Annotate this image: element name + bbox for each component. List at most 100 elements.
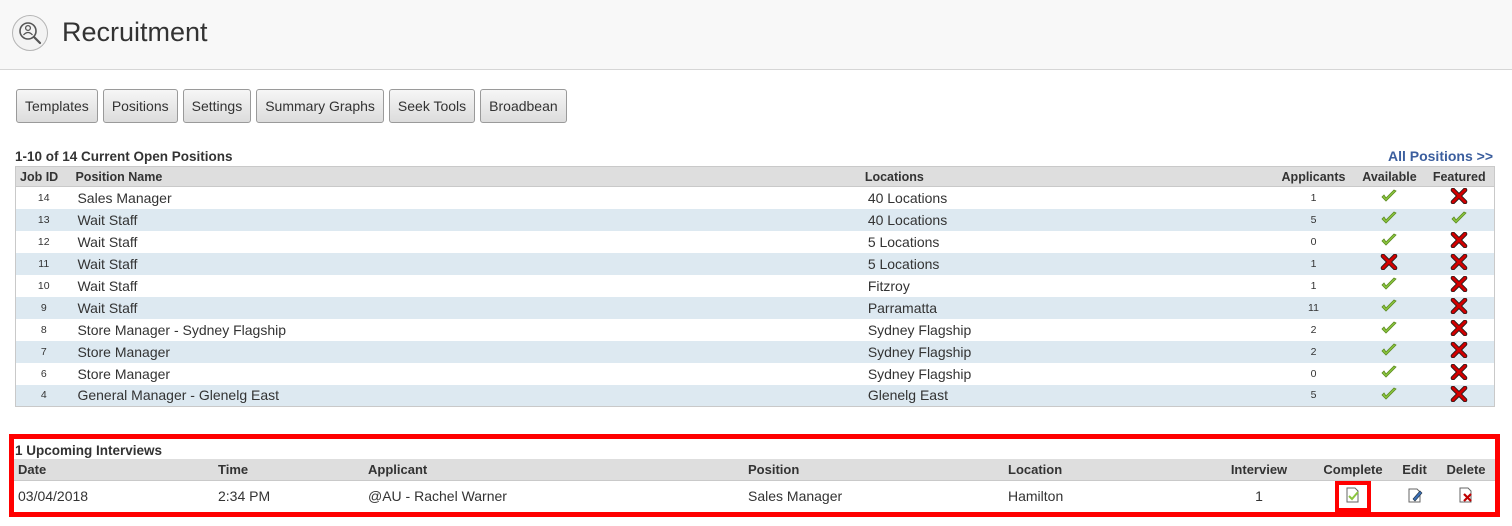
settings-button[interactable]: Settings bbox=[182, 89, 252, 123]
position-row: 11 Wait Staff 5 Locations 1 bbox=[15, 252, 1495, 275]
job-id: 9 bbox=[15, 296, 72, 319]
edit-interview-icon[interactable] bbox=[1407, 487, 1423, 503]
check-icon[interactable] bbox=[1450, 211, 1468, 229]
col-delete: Delete bbox=[1437, 459, 1495, 481]
position-name[interactable]: General Manager - Glenelg East bbox=[71, 384, 861, 407]
check-icon[interactable] bbox=[1380, 299, 1398, 317]
col-locations: Locations bbox=[860, 166, 1273, 187]
check-icon[interactable] bbox=[1380, 189, 1398, 207]
col-applicants: Applicants bbox=[1272, 166, 1355, 187]
position-name[interactable]: Wait Staff bbox=[71, 208, 861, 231]
position-row: 9 Wait Staff Parramatta 11 bbox=[15, 296, 1495, 319]
cross-icon[interactable] bbox=[1450, 275, 1468, 295]
broadbean-button[interactable]: Broadbean bbox=[480, 89, 567, 123]
position-row: 13 Wait Staff 40 Locations 5 bbox=[15, 208, 1495, 231]
col-available: Available bbox=[1354, 166, 1425, 187]
applicants-count: 5 bbox=[1272, 208, 1355, 231]
position-row: 12 Wait Staff 5 Locations 0 bbox=[16, 231, 1495, 253]
applicants-count: 5 bbox=[1272, 384, 1355, 407]
cross-icon[interactable] bbox=[1450, 341, 1468, 361]
applicants-count: 0 bbox=[1310, 235, 1317, 248]
all-positions-link[interactable]: All Positions >> bbox=[1388, 148, 1493, 164]
col-job-id: Job ID bbox=[15, 166, 72, 187]
page-title: Recruitment bbox=[62, 17, 208, 47]
position-name[interactable]: Wait Staff bbox=[71, 231, 860, 253]
positions-table: Job ID Position Name Locations Applicant… bbox=[15, 166, 1495, 407]
seek-tools-button[interactable]: Seek Tools bbox=[388, 89, 476, 123]
col-date: Date bbox=[14, 459, 214, 481]
check-icon[interactable] bbox=[1380, 387, 1398, 405]
position-row: 7 Store Manager Sydney Flagship 2 bbox=[15, 340, 1495, 363]
interview-number: 1 bbox=[1255, 488, 1263, 504]
check-icon[interactable] bbox=[1380, 321, 1398, 339]
complete-interview-icon[interactable] bbox=[1345, 487, 1361, 503]
applicants-count: 2 bbox=[1310, 323, 1317, 336]
position-locations: Parramatta bbox=[860, 296, 1273, 319]
position-name[interactable]: Wait Staff bbox=[71, 275, 860, 297]
position-name[interactable]: Sales Manager bbox=[71, 187, 860, 209]
interviews-table: Date Time Applicant Position Location In… bbox=[14, 459, 1495, 512]
positions-header-row: Job ID Position Name Locations Applicant… bbox=[15, 166, 1495, 187]
job-id: 10 bbox=[37, 279, 50, 292]
position-name[interactable]: Store Manager bbox=[71, 363, 860, 385]
cross-icon[interactable] bbox=[1450, 231, 1468, 251]
interview-date: 03/04/2018 bbox=[18, 488, 89, 504]
positions-caption: 1-10 of 14 Current Open Positions bbox=[15, 149, 233, 164]
interview-position: Sales Manager bbox=[748, 488, 843, 504]
applicants-count: 0 bbox=[1310, 367, 1317, 380]
position-name[interactable]: Wait Staff bbox=[71, 252, 861, 275]
job-id: 8 bbox=[40, 323, 47, 336]
col-location: Location bbox=[1004, 459, 1204, 481]
cross-icon[interactable] bbox=[1450, 363, 1468, 383]
position-locations: Glenelg East bbox=[860, 384, 1273, 407]
job-id: 14 bbox=[37, 191, 50, 204]
job-id: 13 bbox=[15, 208, 72, 231]
position-row: 6 Store Manager Sydney Flagship 0 bbox=[16, 363, 1495, 385]
check-icon[interactable] bbox=[1380, 211, 1398, 229]
position-locations: 5 Locations bbox=[860, 252, 1273, 275]
col-complete: Complete bbox=[1314, 459, 1392, 481]
col-applicant: Applicant bbox=[364, 459, 744, 481]
position-locations: Sydney Flagship bbox=[867, 365, 972, 382]
position-row: 14 Sales Manager 40 Locations 1 bbox=[16, 187, 1495, 209]
interviews-caption: 1 Upcoming Interviews bbox=[15, 443, 163, 458]
interview-time: 2:34 PM bbox=[218, 488, 271, 504]
col-position-name: Position Name bbox=[71, 166, 861, 187]
complete-highlight bbox=[1335, 480, 1371, 512]
job-id: 4 bbox=[15, 384, 72, 407]
check-icon[interactable] bbox=[1380, 365, 1398, 383]
col-featured: Featured bbox=[1424, 166, 1495, 187]
job-id: 7 bbox=[15, 340, 72, 363]
recruitment-search-person-icon bbox=[12, 15, 48, 51]
cross-icon[interactable] bbox=[1450, 253, 1468, 273]
applicants-count: 1 bbox=[1310, 191, 1317, 204]
cross-icon[interactable] bbox=[1450, 385, 1468, 405]
applicants-count: 11 bbox=[1272, 296, 1355, 319]
position-name[interactable]: Store Manager bbox=[71, 340, 861, 363]
interview-applicant: @AU - Rachel Warner bbox=[368, 488, 507, 504]
delete-interview-icon[interactable] bbox=[1458, 487, 1474, 503]
check-icon[interactable] bbox=[1380, 277, 1398, 295]
job-id: 6 bbox=[40, 367, 47, 380]
summary-graphs-button[interactable]: Summary Graphs bbox=[256, 89, 384, 123]
position-name[interactable]: Wait Staff bbox=[71, 296, 861, 319]
col-interview: Interview bbox=[1204, 459, 1314, 481]
check-icon[interactable] bbox=[1380, 343, 1398, 361]
col-position: Position bbox=[744, 459, 1004, 481]
recruitment-toolbar: Templates Positions Settings Summary Gra… bbox=[16, 89, 567, 123]
cross-icon[interactable] bbox=[1450, 187, 1468, 207]
interview-row: 03/04/2018 2:34 PM @AU - Rachel Warner S… bbox=[14, 480, 1495, 512]
position-locations: Fitzroy bbox=[867, 277, 910, 294]
check-icon[interactable] bbox=[1380, 233, 1398, 251]
cross-icon[interactable] bbox=[1450, 297, 1468, 317]
position-locations: Sydney Flagship bbox=[860, 340, 1273, 363]
position-name[interactable]: Store Manager - Sydney Flagship bbox=[71, 319, 860, 341]
templates-button[interactable]: Templates bbox=[16, 89, 98, 123]
cross-icon[interactable] bbox=[1450, 319, 1468, 339]
col-edit: Edit bbox=[1392, 459, 1437, 481]
cross-icon[interactable] bbox=[1380, 253, 1398, 273]
position-row: 10 Wait Staff Fitzroy 1 bbox=[16, 275, 1495, 297]
position-locations: 40 Locations bbox=[867, 189, 948, 206]
positions-button[interactable]: Positions bbox=[102, 89, 178, 123]
interviews-header-row: Date Time Applicant Position Location In… bbox=[14, 459, 1495, 481]
